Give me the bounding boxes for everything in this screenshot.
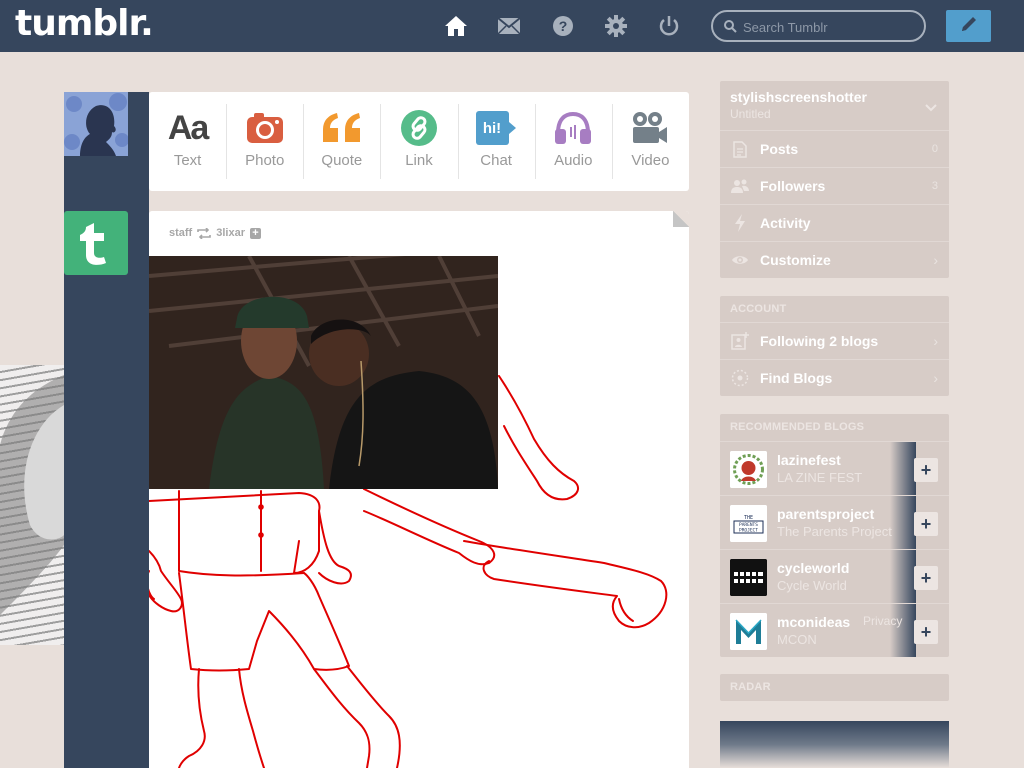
link-icon (400, 108, 438, 148)
chevron-right-icon: › (933, 333, 938, 349)
tumblr-logo[interactable]: tumblr. (15, 3, 154, 44)
account-heading: ACCOUNT (730, 303, 787, 315)
power-icon[interactable] (657, 14, 681, 38)
dashboard-column (64, 92, 149, 768)
compose-button[interactable] (946, 10, 991, 42)
search-box[interactable] (711, 10, 926, 42)
eye-icon (720, 254, 760, 266)
followers-icon (720, 179, 760, 193)
sidebar-item-find-blogs[interactable]: Find Blogs › (720, 359, 949, 396)
following-icon (720, 332, 760, 350)
recommended-blogs-box: RECOMMENDED BLOGS lazinefest LA ZINE FES… (720, 414, 949, 657)
user-avatar[interactable] (64, 92, 128, 156)
chevron-right-icon: › (933, 252, 938, 268)
post-type-text[interactable]: Aa Text (149, 92, 226, 191)
blog-name[interactable]: stylishscreenshotter (730, 89, 867, 105)
sidebar-item-activity[interactable]: Activity (720, 204, 949, 241)
posts-icon (720, 140, 760, 158)
help-icon[interactable]: ? (551, 14, 575, 38)
sidebar-item-following[interactable]: Following 2 blogs › (720, 322, 949, 359)
blog-title: Untitled (730, 107, 771, 121)
radar-image[interactable] (720, 721, 949, 768)
sidebar-item-followers[interactable]: Followers 3 (720, 167, 949, 204)
svg-text:THE: THE (744, 515, 753, 521)
lightning-icon (720, 214, 760, 232)
post-type-audio[interactable]: Audio (534, 92, 612, 191)
svg-text:?: ? (559, 18, 568, 34)
headphones-icon (553, 108, 593, 148)
new-post-bar: Aa Text Photo Quote Link hi! Chat Audio (149, 92, 689, 191)
svg-text:hi!: hi! (483, 120, 501, 137)
gear-icon[interactable] (604, 14, 628, 38)
chevron-down-icon[interactable] (925, 99, 937, 117)
lazinefest-avatar (730, 451, 767, 488)
staff-avatar[interactable] (64, 211, 128, 275)
radar-heading: RADAR (730, 681, 771, 693)
blog-box: stylishscreenshotter Untitled Posts 0 Fo… (720, 81, 949, 278)
chat-icon: hi! (475, 108, 517, 148)
compass-icon (720, 369, 760, 387)
parentsproject-avatar: THE PARENTS PROJECT (730, 505, 767, 542)
pencil-icon (959, 14, 979, 39)
recommended-blog-lazinefest[interactable]: lazinefest LA ZINE FEST + (720, 441, 949, 495)
mail-icon[interactable] (497, 14, 521, 38)
radar-box: RADAR (720, 674, 949, 701)
quote-icon (321, 108, 363, 148)
mconideas-avatar (730, 613, 767, 650)
search-input[interactable] (743, 18, 913, 36)
post-photo[interactable] (149, 256, 498, 489)
text-icon: Aa (167, 108, 209, 147)
recommended-blog-cycleworld[interactable]: cycleworld Cycle World + (720, 549, 949, 603)
dashboard-post: staff 3lixar + (149, 211, 689, 768)
sidebar-item-customize[interactable]: Customize › (720, 241, 949, 278)
search-icon (724, 20, 737, 38)
top-bar: tumblr. ? (0, 0, 1024, 52)
video-camera-icon (631, 108, 669, 148)
chevron-right-icon: › (933, 370, 938, 386)
follow-parentsproject-button[interactable]: + (914, 512, 938, 536)
account-box: ACCOUNT Following 2 blogs › Find Blogs › (720, 296, 949, 396)
follow-cycleworld-button[interactable]: + (914, 566, 938, 590)
post-type-quote[interactable]: Quote (303, 92, 380, 191)
svg-text:PROJECT: PROJECT (739, 528, 758, 534)
svg-text:PARENTS: PARENTS (739, 522, 758, 528)
camera-icon (246, 108, 284, 148)
background-image (0, 365, 64, 645)
recommended-blog-parentsproject[interactable]: THE PARENTS PROJECT parentsproject The Par… (720, 495, 949, 549)
post-type-video[interactable]: Video (611, 92, 689, 191)
home-icon[interactable] (444, 14, 468, 38)
follow-mconideas-button[interactable]: + (914, 620, 938, 644)
recommended-blog-mconideas[interactable]: mconideas MCON Privacy + (720, 603, 949, 657)
sidebar-item-posts[interactable]: Posts 0 (720, 130, 949, 167)
cycleworld-avatar (730, 559, 767, 596)
recommended-heading: RECOMMENDED BLOGS (730, 421, 865, 433)
post-type-photo[interactable]: Photo (226, 92, 303, 191)
follow-lazinefest-button[interactable]: + (914, 458, 938, 482)
privacy-link[interactable]: Privacy (863, 614, 902, 628)
post-type-chat[interactable]: hi! Chat (457, 92, 535, 191)
post-type-link[interactable]: Link (380, 92, 457, 191)
